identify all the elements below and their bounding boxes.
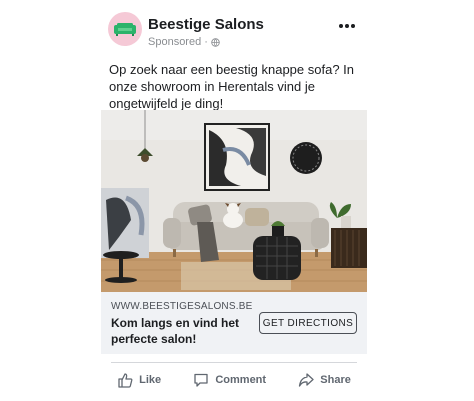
page-name[interactable]: Beestige Salons — [148, 16, 264, 34]
like-label: Like — [139, 374, 162, 386]
sponsored-post: Beestige Salons Sponsored · Op zoek naar… — [101, 6, 367, 398]
comment-button[interactable]: Comment — [193, 372, 266, 388]
more-dot — [345, 24, 349, 28]
globe-icon — [211, 37, 220, 47]
share-button[interactable]: Share — [298, 372, 351, 388]
sofa-logo-icon — [114, 23, 136, 36]
separator-dot: · — [204, 36, 208, 48]
post-header: Beestige Salons Sponsored · — [101, 6, 367, 52]
comment-icon — [194, 373, 208, 387]
sponsored-label[interactable]: Sponsored — [148, 36, 201, 48]
ad-image[interactable] — [101, 110, 367, 292]
get-directions-button[interactable]: GET DIRECTIONS — [259, 312, 357, 334]
living-room-photo — [101, 110, 367, 292]
like-button[interactable]: Like — [117, 372, 161, 388]
comment-label: Comment — [215, 374, 267, 386]
share-label: Share — [320, 374, 351, 386]
post-caption: Op zoek naar een beestig knappe sofa? In… — [109, 62, 355, 111]
link-card[interactable]: WWW.BEESTIGESALONS.BE Kom langs en vind … — [101, 292, 367, 354]
more-dots-icon — [339, 24, 343, 28]
actions-divider — [111, 362, 357, 363]
link-headline: Kom langs en vind het perfecte salon! — [111, 316, 240, 346]
post-actions: Like Comment Share — [101, 368, 367, 392]
link-domain: WWW.BEESTIGESALONS.BE — [111, 301, 253, 312]
more-dot — [351, 24, 355, 28]
sponsored-meta: Sponsored · — [148, 36, 220, 48]
share-icon — [299, 373, 314, 387]
thumbs-up-icon — [118, 373, 133, 388]
page-avatar[interactable] — [108, 12, 142, 46]
more-options-button[interactable] — [337, 18, 357, 34]
